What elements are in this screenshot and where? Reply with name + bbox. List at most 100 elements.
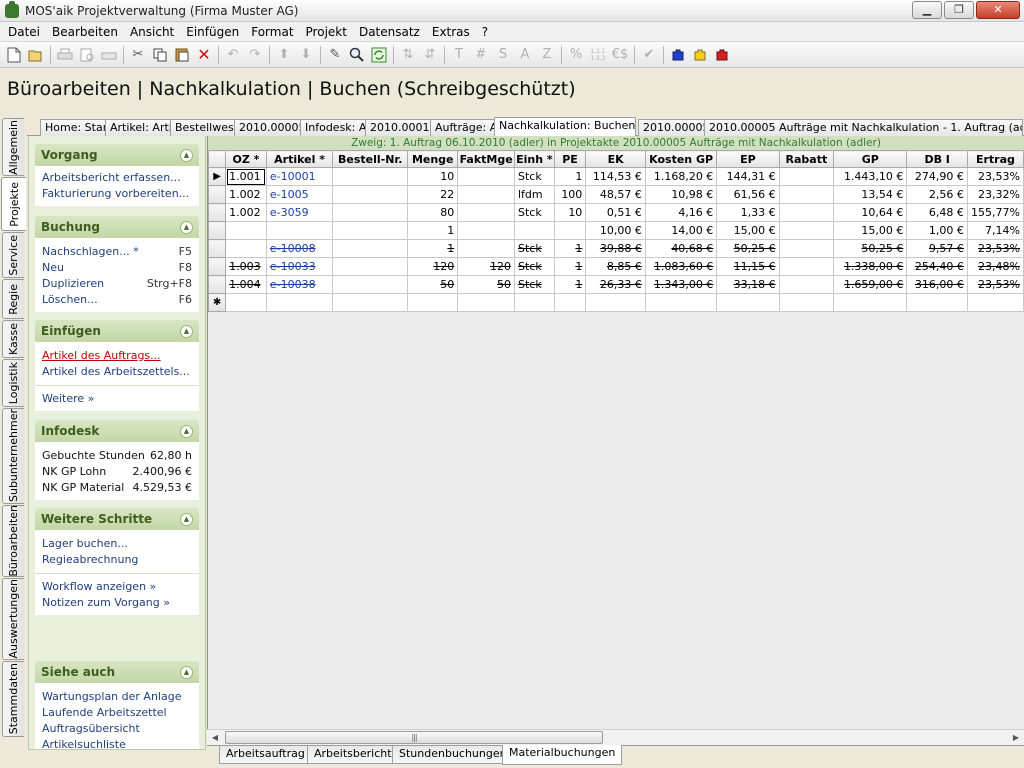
cell-einh[interactable] <box>514 221 555 240</box>
vtab-regie[interactable]: Regie <box>2 279 24 319</box>
cell-einh[interactable]: Stck <box>514 257 555 276</box>
cell-ep[interactable] <box>716 293 780 312</box>
panel-vorgang-header[interactable]: Vorgang ▲ <box>35 144 199 166</box>
cell-bestell-nr[interactable] <box>332 293 409 312</box>
cell-menge[interactable]: 50 <box>407 275 459 294</box>
cell-oz[interactable] <box>225 221 267 240</box>
link-duplizieren[interactable]: Duplizieren Strg+F8 <box>42 276 192 292</box>
cell-ertrag[interactable] <box>966 293 1024 312</box>
close-window-button[interactable]: ✕ <box>976 1 1020 19</box>
cell-gp[interactable] <box>833 293 908 312</box>
col-header-menge[interactable]: Menge <box>407 150 459 168</box>
cell-ep[interactable]: 33,18 € <box>716 275 780 294</box>
table-row[interactable]: e-10008 1 Stck 1 39,88 €40,68 €50,25 €50,25 … <box>208 239 1024 258</box>
cell-ertrag[interactable]: 23,53% <box>966 239 1024 258</box>
link-fakturierung-vorbereiten[interactable]: Fakturierung vorbereiten... <box>42 186 192 202</box>
cell-ek[interactable]: 10,00 € <box>585 221 646 240</box>
format-percent-button[interactable]: % <box>565 44 587 66</box>
link-neu[interactable]: Neu F8 <box>42 260 192 276</box>
menu-ansicht[interactable]: Ansicht <box>124 22 180 42</box>
cell-db-i[interactable]: 254,40 € <box>906 257 968 276</box>
tab-auftraege-mit-nachkalkulation[interactable]: 2010.00005 Aufträge mit Nachkalkulation … <box>704 119 1023 136</box>
format-currency-button[interactable]: €$ <box>609 44 631 66</box>
link-artikel-des-auftrags[interactable]: Artikel des Auftrags... <box>42 348 192 364</box>
cell-artikel[interactable] <box>265 293 334 312</box>
vtab-stammdaten[interactable]: Stammdaten <box>2 661 24 737</box>
cell-oz[interactable]: 1.002 <box>225 185 267 204</box>
format-number-button[interactable]: # <box>470 44 492 66</box>
cell-ertrag[interactable]: 23,48% <box>966 257 1024 276</box>
cell-kosten-gp[interactable]: 4,16 € <box>644 203 718 222</box>
cell-bestell-nr[interactable] <box>332 257 409 276</box>
cell-ertrag[interactable]: 155,77% <box>966 203 1024 222</box>
tab-materialbuchungen[interactable]: Materialbuchungen <box>502 745 623 765</box>
link-notizen-zum-vorgang[interactable]: Notizen zum Vorgang » <box>42 595 192 611</box>
cell-einh[interactable] <box>514 293 555 312</box>
tab-arbeitsauftrag[interactable]: Arbeitsauftrag <box>219 746 312 764</box>
cell-faktmge[interactable] <box>457 167 515 186</box>
cell-bestell-nr[interactable] <box>332 275 409 294</box>
vtab-projekte[interactable]: Projekte <box>1 177 26 231</box>
cell-einh[interactable]: Stck <box>514 203 555 222</box>
collapse-icon[interactable]: ▲ <box>180 324 193 338</box>
cell-db-i[interactable]: 274,90 € <box>906 167 968 186</box>
cell-einh[interactable]: lfdm <box>514 185 555 204</box>
cell-rabatt[interactable] <box>778 293 835 312</box>
menu-einfuegen[interactable]: Einfügen <box>180 22 245 42</box>
delete-icon[interactable]: ✕ <box>193 44 215 66</box>
cell-rabatt[interactable] <box>778 221 835 240</box>
vtab-logistik[interactable]: Logistik <box>2 359 24 407</box>
scroll-left-icon[interactable]: ◀ <box>207 730 223 746</box>
cell-gp[interactable]: 1.659,00 € <box>833 275 908 294</box>
panel-weitere-schritte-header[interactable]: Weitere Schritte ▲ <box>35 508 199 530</box>
cell-pe[interactable]: 100 <box>553 185 587 204</box>
table-row[interactable]: 1.002 e-1005 22 lfdm 100 48,57 €10,98 €61,56 … <box>208 185 1024 204</box>
col-header-artikel[interactable]: Artikel * <box>265 150 334 168</box>
menu-datei[interactable]: Datei <box>2 22 46 42</box>
vtab-kasse[interactable]: Kasse <box>2 320 24 358</box>
collapse-icon[interactable]: ▲ <box>180 148 193 162</box>
col-header-rabatt[interactable]: Rabatt <box>778 150 835 168</box>
panel-einfuegen-header[interactable]: Einfügen ▲ <box>35 320 199 342</box>
move-down-icon[interactable]: ⬇ <box>295 44 317 66</box>
copy-icon[interactable] <box>149 44 171 66</box>
cell-kosten-gp[interactable]: 40,68 € <box>644 239 718 258</box>
link-nachschlagen[interactable]: Nachschlagen... * F5 <box>42 244 192 260</box>
cell-kosten-gp[interactable]: 1.083,60 € <box>644 257 718 276</box>
link-wartungsplan[interactable]: Wartungsplan der Anlage <box>42 689 192 705</box>
row-selector[interactable] <box>208 203 227 222</box>
print-setup-icon[interactable] <box>98 44 120 66</box>
cell-bestell-nr[interactable] <box>332 167 409 186</box>
link-regieabrechnung[interactable]: Regieabrechnung <box>42 552 192 568</box>
cell-artikel[interactable]: e-10038 <box>265 275 334 294</box>
redo-icon[interactable]: ↷ <box>244 44 266 66</box>
menu-extras[interactable]: Extras <box>426 22 476 42</box>
link-loeschen[interactable]: Löschen... F6 <box>42 292 192 308</box>
col-header-einh[interactable]: Einh * <box>514 150 555 168</box>
scroll-right-icon[interactable]: ▶ <box>1008 730 1024 746</box>
cell-ek[interactable]: 26,33 € <box>585 275 646 294</box>
cell-kosten-gp[interactable] <box>644 293 718 312</box>
link-weitere[interactable]: Weitere » <box>42 391 192 407</box>
cell-ek[interactable]: 48,57 € <box>585 185 646 204</box>
row-selector[interactable] <box>208 221 227 240</box>
tab-nachkalkulation-buchen[interactable]: Nachkalkulation: Buchen✕ <box>494 117 636 136</box>
col-header-faktmge[interactable]: FaktMge <box>457 150 515 168</box>
collapse-icon[interactable]: ▲ <box>180 665 193 679</box>
row-indicator-icon[interactable]: ▶ <box>208 167 227 186</box>
tab-arbeitsbericht[interactable]: Arbeitsbericht <box>307 746 399 764</box>
cell-faktmge[interactable] <box>457 221 515 240</box>
format-decimal-button[interactable]: 1,1.1 1.1,2 <box>587 44 609 66</box>
cut-icon[interactable]: ✂ <box>127 44 149 66</box>
cell-ertrag[interactable]: 7,14% <box>966 221 1024 240</box>
cell-db-i[interactable]: 6,48 € <box>906 203 968 222</box>
cell-ek[interactable]: 8,85 € <box>585 257 646 276</box>
cell-kosten-gp[interactable]: 14,00 € <box>644 221 718 240</box>
col-header-bestell-nr[interactable]: Bestell-Nr. <box>332 150 409 168</box>
cell-gp[interactable]: 1.338,00 € <box>833 257 908 276</box>
cell-menge[interactable] <box>407 293 459 312</box>
row-selector[interactable] <box>208 275 227 294</box>
cell-oz[interactable]: 1.001 <box>225 167 267 186</box>
cell-oz[interactable] <box>225 293 267 312</box>
cell-ep[interactable]: 15,00 € <box>716 221 780 240</box>
